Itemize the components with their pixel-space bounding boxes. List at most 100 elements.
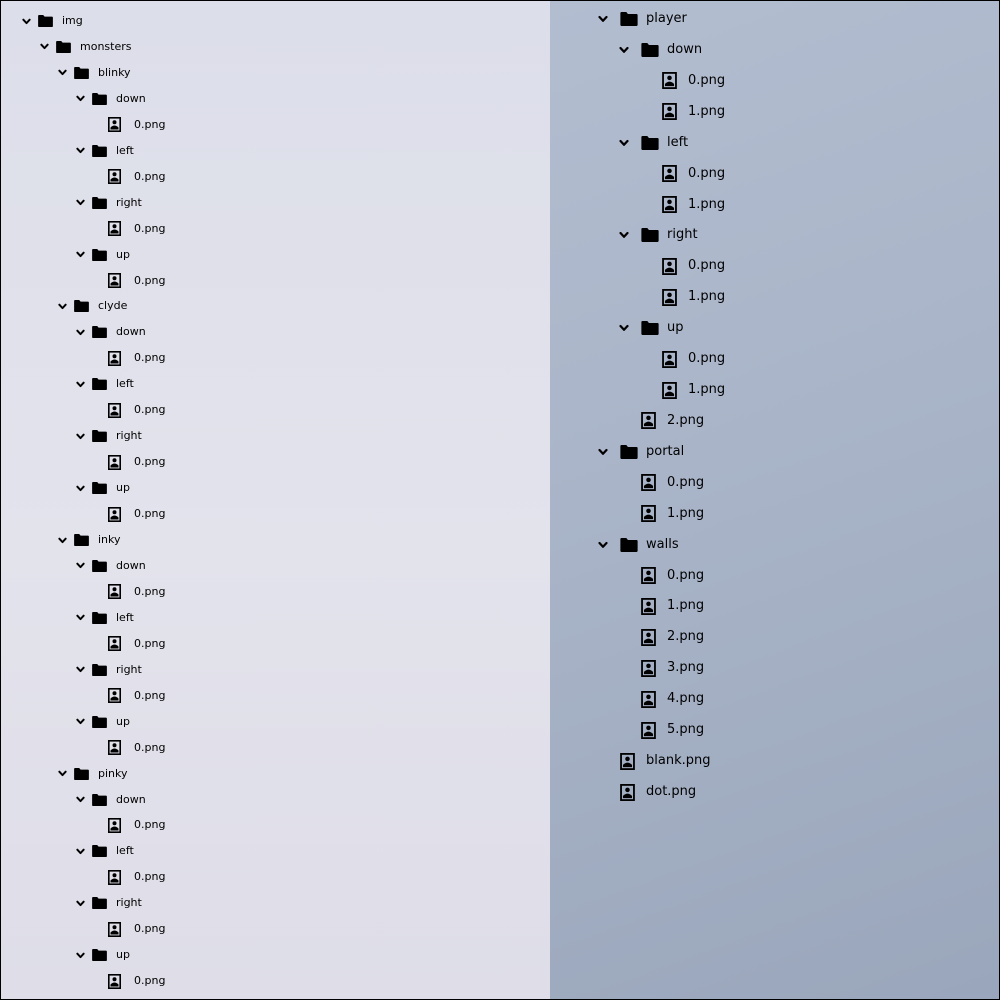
tree-file-item[interactable]: 1.png [550, 102, 999, 122]
tree-folder-item[interactable]: portal [550, 442, 999, 462]
tree-file-item[interactable]: 0.png [550, 566, 999, 586]
tree-file-item[interactable]: 1.png [550, 195, 999, 215]
tree-file-item[interactable]: 0.png [1, 219, 550, 239]
tree-item-label: 0.png [134, 403, 166, 417]
tree-folder-item[interactable]: right [1, 660, 550, 680]
tree-file-item[interactable]: 0.png [1, 400, 550, 420]
tree-file-item[interactable]: 3.png [550, 658, 999, 678]
tree-file-item[interactable]: 1.png [550, 596, 999, 616]
tree-file-item[interactable]: 0.png [550, 349, 999, 369]
image-file-icon [641, 474, 656, 492]
chevron-down-icon[interactable] [598, 540, 608, 550]
chevron-down-icon[interactable] [75, 483, 85, 493]
tree-file-item[interactable]: 0.png [550, 164, 999, 184]
chevron-down-icon[interactable] [75, 198, 85, 208]
tree-folder-item[interactable]: up [1, 945, 550, 965]
tree-file-item[interactable]: 0.png [1, 971, 550, 991]
chevron-down-icon[interactable] [57, 769, 67, 779]
tree-file-item[interactable]: 2.png [550, 627, 999, 647]
chevron-down-icon[interactable] [21, 16, 31, 26]
tree-file-item[interactable]: 0.png [1, 919, 550, 939]
tree-folder-item[interactable]: down [1, 322, 550, 342]
tree-file-item[interactable]: 0.png [1, 271, 550, 291]
tree-file-item[interactable]: dot.png [550, 782, 999, 802]
chevron-down-icon[interactable] [57, 301, 67, 311]
tree-folder-item[interactable]: down [1, 556, 550, 576]
chevron-down-icon[interactable] [75, 795, 85, 805]
tree-folder-item[interactable]: walls [550, 535, 999, 555]
tree-folder-item[interactable]: right [1, 193, 550, 213]
tree-folder-item[interactable]: right [1, 893, 550, 913]
tree-file-item[interactable]: 0.png [1, 582, 550, 602]
tree-file-item[interactable]: 0.png [1, 115, 550, 135]
chevron-down-icon[interactable] [75, 898, 85, 908]
chevron-down-icon[interactable] [75, 665, 85, 675]
chevron-down-icon[interactable] [619, 230, 629, 240]
chevron-down-icon[interactable] [75, 146, 85, 156]
chevron-down-icon[interactable] [75, 431, 85, 441]
chevron-down-icon[interactable] [57, 68, 67, 78]
folder-icon [92, 326, 107, 339]
chevron-down-icon[interactable] [75, 327, 85, 337]
tree-folder-item[interactable]: right [550, 225, 999, 245]
tree-file-item[interactable]: 0.png [550, 473, 999, 493]
tree-folder-item[interactable]: up [1, 478, 550, 498]
tree-folder-item[interactable]: monsters [1, 37, 550, 57]
tree-file-item[interactable]: 5.png [550, 720, 999, 740]
chevron-down-icon[interactable] [39, 42, 49, 52]
tree-file-item[interactable]: 0.png [1, 738, 550, 758]
tree-folder-item[interactable]: player [550, 9, 999, 29]
tree-item-label: 1.png [688, 289, 726, 305]
tree-file-item[interactable]: 0.png [1, 634, 550, 654]
tree-folder-item[interactable]: up [1, 712, 550, 732]
tree-file-item[interactable]: 1.png [550, 380, 999, 400]
tree-folder-item[interactable]: clyde [1, 296, 550, 316]
chevron-down-icon[interactable] [619, 45, 629, 55]
tree-file-item[interactable]: 0.png [550, 71, 999, 91]
chevron-down-icon[interactable] [75, 846, 85, 856]
tree-file-item[interactable]: 1.png [550, 287, 999, 307]
image-file-icon [108, 350, 121, 366]
tree-folder-item[interactable]: right [1, 426, 550, 446]
chevron-down-icon[interactable] [75, 561, 85, 571]
tree-file-item[interactable]: 0.png [1, 167, 550, 187]
tree-folder-item[interactable]: left [1, 374, 550, 394]
tree-folder-item[interactable]: left [1, 841, 550, 861]
chevron-down-icon[interactable] [75, 379, 85, 389]
tree-folder-item[interactable]: img [1, 11, 550, 31]
tree-file-item[interactable]: 0.png [1, 686, 550, 706]
chevron-down-icon[interactable] [75, 94, 85, 104]
tree-item-label: up [116, 948, 130, 962]
chevron-down-icon[interactable] [75, 250, 85, 260]
tree-file-item[interactable]: 4.png [550, 689, 999, 709]
tree-folder-item[interactable]: up [550, 318, 999, 338]
tree-item-label: left [116, 844, 134, 858]
tree-file-item[interactable]: 2.png [550, 411, 999, 431]
tree-folder-item[interactable]: down [1, 790, 550, 810]
tree-folder-item[interactable]: down [550, 40, 999, 60]
tree-folder-item[interactable]: inky [1, 530, 550, 550]
chevron-down-icon[interactable] [598, 447, 608, 457]
chevron-down-icon[interactable] [57, 535, 67, 545]
chevron-down-icon[interactable] [75, 950, 85, 960]
chevron-down-icon[interactable] [619, 138, 629, 148]
tree-folder-item[interactable]: left [1, 608, 550, 628]
tree-file-item[interactable]: 0.png [1, 815, 550, 835]
chevron-down-icon[interactable] [75, 613, 85, 623]
tree-file-item[interactable]: blank.png [550, 751, 999, 771]
tree-file-item[interactable]: 0.png [1, 867, 550, 887]
tree-folder-item[interactable]: blinky [1, 63, 550, 83]
tree-file-item[interactable]: 0.png [1, 348, 550, 368]
tree-folder-item[interactable]: pinky [1, 764, 550, 784]
chevron-down-icon[interactable] [598, 14, 608, 24]
tree-file-item[interactable]: 0.png [1, 452, 550, 472]
tree-file-item[interactable]: 1.png [550, 504, 999, 524]
tree-file-item[interactable]: 0.png [550, 256, 999, 276]
chevron-down-icon[interactable] [619, 323, 629, 333]
chevron-down-icon[interactable] [75, 717, 85, 727]
tree-folder-item[interactable]: left [550, 133, 999, 153]
tree-folder-item[interactable]: up [1, 245, 550, 265]
tree-folder-item[interactable]: left [1, 141, 550, 161]
tree-folder-item[interactable]: down [1, 89, 550, 109]
tree-file-item[interactable]: 0.png [1, 504, 550, 524]
